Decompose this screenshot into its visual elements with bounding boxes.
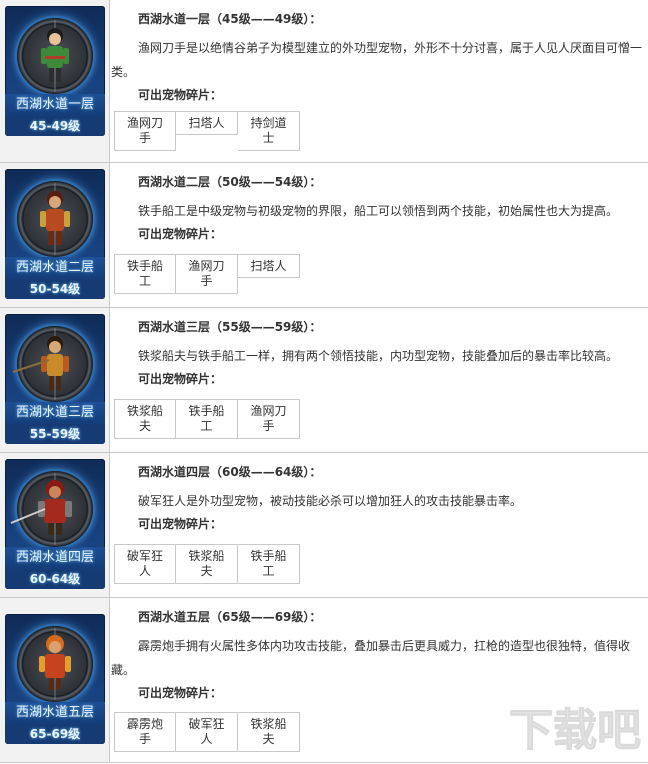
card-level: 65-69级 — [5, 724, 105, 744]
watermark-text: 下载吧 — [509, 705, 641, 756]
fragments-list: 渔网刀手 扫塔人 持剑道士 — [114, 111, 300, 151]
floor-image-cell: 西湖水道五层 65-69级 — [0, 598, 110, 762]
site-watermark-logo: 下载吧 — [509, 705, 642, 757]
floor-text-cell: 西湖水道二层（50级——54级）： 铁手船工是中级宠物与初级宠物的界限，船工可以… — [111, 163, 648, 307]
floor-image-cell: 西湖水道三层 55-59级 — [0, 308, 110, 452]
pet-figure-icon — [39, 635, 71, 690]
fragments-list: 铁浆船夫 铁手船工 渔网刀手 — [114, 399, 300, 439]
fragment-item: 霹雳炮手 — [114, 712, 176, 752]
floor-row: 西湖水道二层 50-54级 西湖水道二层（50级——54级）： 铁手船工是中级宠… — [0, 162, 648, 307]
floor-description: 破军狂人是外功型宠物，被动技能必杀可以增加狂人的攻击技能暴击率。 — [138, 494, 523, 508]
floor-table: 西湖水道一层 45-49级 西湖水道一层（45级——49级）： 渔网刀手是以绝情… — [0, 0, 648, 764]
fragment-item: 铁浆船夫 — [114, 399, 176, 439]
fragments-list: 破军狂人 铁浆船夫 铁手船工 — [114, 544, 300, 584]
floor-text-cell: 西湖水道三层（55级——59级）： 铁浆船夫与铁手船工一样，拥有两个领悟技能，内… — [111, 308, 648, 452]
floor-card: 西湖水道四层 60-64级 — [5, 459, 105, 589]
card-name: 西湖水道一层 — [5, 94, 105, 116]
fragments-label: 可出宠物碎片： — [138, 517, 223, 531]
floor-card: 西湖水道二层 50-54级 — [5, 169, 105, 299]
card-name: 西湖水道二层 — [5, 257, 105, 279]
fragment-item: 铁手船工 — [114, 254, 176, 294]
fragments-list: 霹雳炮手 破军狂人 铁浆船夫 — [114, 712, 300, 752]
floor-title: 西湖水道三层（55级——59级）： — [138, 320, 322, 334]
floor-image-cell: 西湖水道四层 60-64级 — [0, 453, 110, 597]
fragment-item: 铁浆船夫 — [176, 544, 238, 584]
floor-card: 西湖水道一层 45-49级 — [5, 6, 105, 136]
floor-title: 西湖水道四层（60级——64级）： — [138, 465, 322, 479]
card-level: 55-59级 — [5, 424, 105, 444]
floor-description: 霹雳炮手拥有火属性多体内功攻击技能，叠加暴击后更具威力，扛枪的造型也很独特，值得… — [111, 639, 631, 677]
fragment-item: 铁手船工 — [176, 399, 238, 439]
fragment-item: 渔网刀手 — [176, 254, 238, 294]
floor-description: 渔网刀手是以绝情谷弟子为模型建立的外功型宠物，外形不十分讨喜，属于人见人厌面目可… — [111, 41, 643, 79]
floor-row: 西湖水道三层 55-59级 西湖水道三层（55级——59级）： 铁浆船夫与铁手船… — [0, 307, 648, 452]
fragment-item: 持剑道士 — [238, 111, 300, 151]
fragments-label: 可出宠物碎片： — [138, 372, 223, 386]
floor-title: 西湖水道五层（65级——69级）： — [138, 610, 322, 624]
floor-row: 西湖水道一层 45-49级 西湖水道一层（45级——49级）： 渔网刀手是以绝情… — [0, 0, 648, 162]
pet-figure-icon — [10, 480, 72, 535]
floor-text-cell: 西湖水道一层（45级——49级）： 渔网刀手是以绝情谷弟子为模型建立的外功型宠物… — [111, 0, 648, 162]
card-name: 西湖水道五层 — [5, 702, 105, 724]
floor-description: 铁手船工是中级宠物与初级宠物的界限，船工可以领悟到两个技能，初始属性也大为提高。 — [138, 204, 619, 218]
floor-title: 西湖水道一层（45级——49级）： — [138, 12, 322, 26]
card-level: 60-64级 — [5, 569, 105, 589]
floor-text-cell: 西湖水道四层（60级——64级）： 破军狂人是外功型宠物，被动技能必杀可以增加狂… — [111, 453, 648, 597]
floor-card: 西湖水道三层 55-59级 — [5, 314, 105, 444]
fragment-item: 破军狂人 — [114, 544, 176, 584]
fragment-item: 渔网刀手 — [238, 399, 300, 439]
floor-description: 铁浆船夫与铁手船工一样，拥有两个领悟技能，内功型宠物，技能叠加后的暴击率比较高。 — [138, 349, 619, 363]
card-name: 西湖水道三层 — [5, 402, 105, 424]
fragments-label: 可出宠物碎片： — [138, 227, 223, 241]
fragments-label: 可出宠物碎片： — [138, 88, 223, 102]
floor-title: 西湖水道二层（50级——54级）： — [138, 175, 322, 189]
floor-row: 西湖水道四层 60-64级 西湖水道四层（60级——64级）： 破军狂人是外功型… — [0, 452, 648, 597]
pet-figure-icon — [40, 191, 70, 245]
card-level: 45-49级 — [5, 116, 105, 136]
pet-figure-icon — [12, 336, 69, 390]
floor-image-cell: 西湖水道一层 45-49级 — [0, 0, 110, 162]
fragment-item: 破军狂人 — [176, 712, 238, 752]
fragment-item: 渔网刀手 — [114, 111, 176, 151]
pet-figure-icon — [41, 28, 69, 82]
floor-card: 西湖水道五层 65-69级 — [5, 614, 105, 744]
card-level: 50-54级 — [5, 279, 105, 299]
card-name: 西湖水道四层 — [5, 547, 105, 569]
fragment-item: 扫塔人 — [238, 254, 300, 278]
floor-image-cell: 西湖水道二层 50-54级 — [0, 163, 110, 307]
fragments-label: 可出宠物碎片： — [138, 686, 223, 700]
fragment-item: 铁手船工 — [238, 544, 300, 584]
fragment-item: 铁浆船夫 — [238, 712, 300, 752]
fragment-item: 扫塔人 — [176, 111, 238, 135]
fragments-list: 铁手船工 渔网刀手 扫塔人 — [114, 254, 300, 294]
